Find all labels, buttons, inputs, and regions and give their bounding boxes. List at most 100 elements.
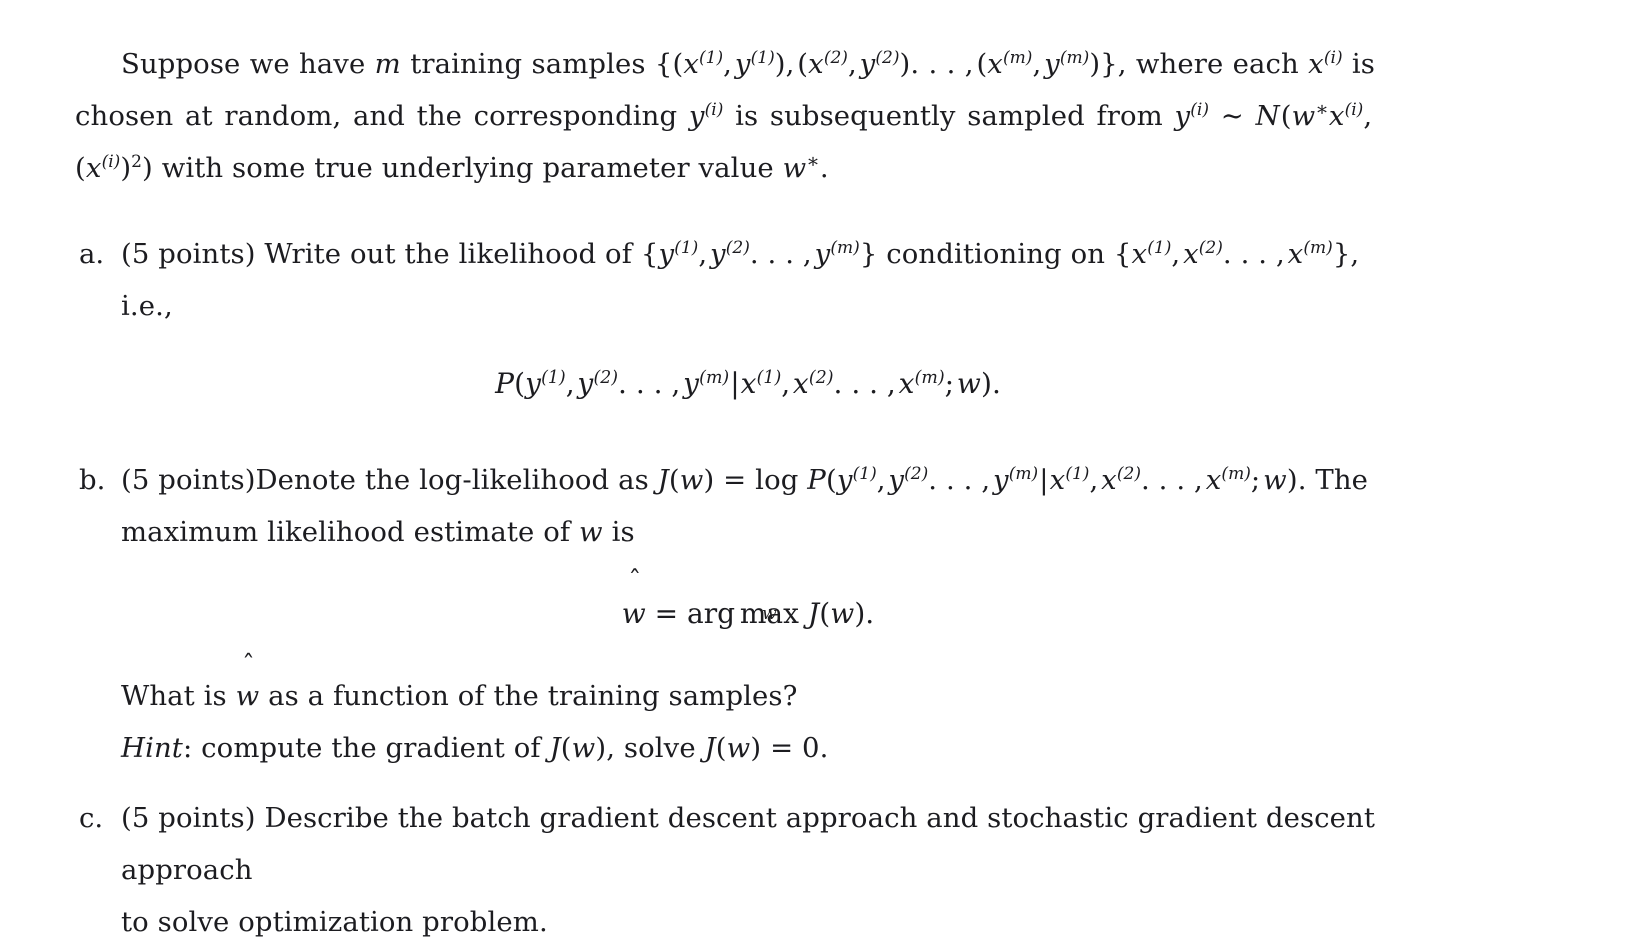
item-c-points: (5 points): [121, 802, 256, 834]
item-a-label: a.: [79, 238, 105, 270]
a-superscript-x1: (1): [1147, 238, 1172, 259]
hint-paren-open-2: (: [715, 732, 727, 764]
b-w: w: [1263, 464, 1287, 496]
superscript-i-3: (i): [1190, 100, 1210, 121]
eq-a-x1: x: [740, 367, 757, 400]
eq-b-max-subscript: w: [761, 603, 777, 624]
item-b-question-tail: as a function of the training samples?: [268, 680, 798, 712]
ellipsis-1: . . . ,: [910, 48, 974, 80]
document-page: Suppose we have m training samples {(x(1…: [0, 0, 1631, 938]
b-y1: y: [836, 464, 853, 496]
hint-J-2: J: [704, 732, 716, 764]
b-paren-open-J: (: [668, 464, 680, 496]
item-b-paragraph: (5 points)Denote the log-likelihood as J…: [121, 454, 1375, 506]
item-c-line2: to solve optimization problem.: [121, 906, 548, 938]
brace-open-a1: {: [640, 238, 659, 270]
intro-period: .: [819, 152, 829, 184]
eq-b-J: J: [807, 597, 820, 630]
eq-a-semicolon: ;: [944, 367, 955, 400]
intro-text-3: where each: [1135, 48, 1299, 80]
symbol-x-i-3: x: [85, 152, 102, 184]
eq-b-paren-open: (: [819, 597, 831, 630]
intro-text-4: is: [1351, 48, 1376, 80]
comma-6: ,: [1363, 100, 1373, 132]
b-sup-xm: (m): [1221, 464, 1251, 485]
item-c-paragraph: (5 points) Describe the batch gradient d…: [121, 792, 1375, 896]
superscript-1-b: (1): [750, 48, 775, 69]
intro-text-7: with some true underlying parameter valu…: [161, 152, 774, 184]
hint-seg-3: = 0.: [770, 732, 829, 764]
comma-5: ,: [1117, 48, 1127, 80]
item-b-hint: Hint: compute the gradient of J(w), solv…: [121, 722, 1375, 774]
item-a-body: (5 points) Write out the likelihood of {…: [121, 228, 1375, 436]
eq-a-paren-close: ): [981, 367, 992, 400]
a-comma-2: ,: [1171, 238, 1181, 270]
hint-w-2: w: [726, 732, 751, 764]
item-a-ie: i.e.,: [121, 290, 173, 322]
b-symbol-J: J: [657, 464, 669, 496]
symbol-x-m: x: [987, 48, 1003, 80]
sim-operator: ∼: [1220, 100, 1244, 132]
eq-b-period: .: [865, 597, 875, 630]
paren-open-3: (: [976, 48, 988, 80]
eq-a-ellipsis-2: . . . ,: [833, 367, 896, 400]
eq-b-arg: arg: [687, 597, 736, 630]
superscript-i-4: (i): [1344, 100, 1364, 121]
item-c-line1: Describe the batch gradient descent appr…: [121, 802, 1375, 886]
superscript-m-b: (m): [1059, 48, 1090, 69]
eq-a-w: w: [956, 367, 982, 400]
brace-close-a1: }: [859, 238, 878, 270]
star-superscript-1: ∗: [1315, 97, 1329, 121]
superscript-m-a: (m): [1003, 48, 1033, 69]
b-y2: y: [888, 464, 905, 496]
intro-text-2: training samples: [410, 48, 646, 80]
superscript-2-b: (2): [875, 48, 900, 69]
b-sup-m: (m): [1008, 464, 1039, 485]
eq-a-y2: y: [577, 367, 594, 400]
a-symbol-y-2: y: [710, 238, 726, 270]
hint-paren-close-1: ): [595, 732, 607, 764]
item-b-lead: Denote the log-likelihood as: [255, 464, 649, 496]
paren-open-5: (: [75, 152, 86, 184]
paren-open-4: (: [1280, 100, 1292, 132]
a-comma-1: ,: [698, 238, 708, 270]
superscript-2-a: (2): [823, 48, 848, 69]
b-sup-x1: (1): [1065, 464, 1090, 485]
paren-close-1: ): [774, 48, 786, 80]
comma-2: ,: [785, 48, 795, 80]
eq-a-paren-open: (: [514, 367, 526, 400]
a-symbol-x-m: x: [1287, 238, 1304, 270]
eq-a-x2: x: [792, 367, 809, 400]
eq-b-w: w: [830, 597, 855, 630]
symbol-x-1: x: [683, 48, 700, 80]
hint-J-1: J: [549, 732, 561, 764]
eq-a-sup-m: (m): [699, 367, 730, 388]
item-b-line2-text: maximum likelihood estimate of: [121, 516, 571, 548]
a-symbol-x-2: x: [1183, 238, 1199, 270]
item-a-mid: conditioning on: [886, 238, 1106, 270]
hint-paren-close-2: ): [750, 732, 762, 764]
b-conditional-bar: |: [1039, 464, 1049, 496]
symbol-y-i-2: y: [1174, 100, 1191, 132]
hint-label: Hint: [121, 732, 183, 764]
w-hat-symbol-inline: w: [236, 670, 260, 722]
item-a-lead: Write out the likelihood of: [264, 238, 632, 270]
eq-a-ym: y: [683, 367, 700, 400]
b-sup-x2: (2): [1116, 464, 1141, 485]
superscript-i-2: (i): [704, 100, 724, 121]
a-symbol-y-m: y: [814, 238, 831, 270]
eq-a-conditional-bar: |: [730, 367, 740, 400]
symbol-y-m: y: [1044, 48, 1060, 80]
b-x2: x: [1101, 464, 1117, 496]
w-hat-symbol: w: [622, 588, 646, 640]
a-comma-3: ,: [1350, 238, 1360, 270]
b-period-1: .: [1297, 464, 1307, 496]
a-ellipsis-2: . . . ,: [1222, 238, 1285, 270]
intro-set-open: {(: [654, 48, 684, 80]
item-b-label: b.: [79, 464, 106, 496]
b-ym: y: [993, 464, 1009, 496]
item-b-question: What is w as a function of the training …: [121, 670, 1375, 722]
eq-a-ellipsis-1: . . . ,: [618, 367, 681, 400]
symbol-y-i-1: y: [688, 100, 705, 132]
list-item-c: c. (5 points) Describe the batch gradien…: [75, 792, 1375, 948]
